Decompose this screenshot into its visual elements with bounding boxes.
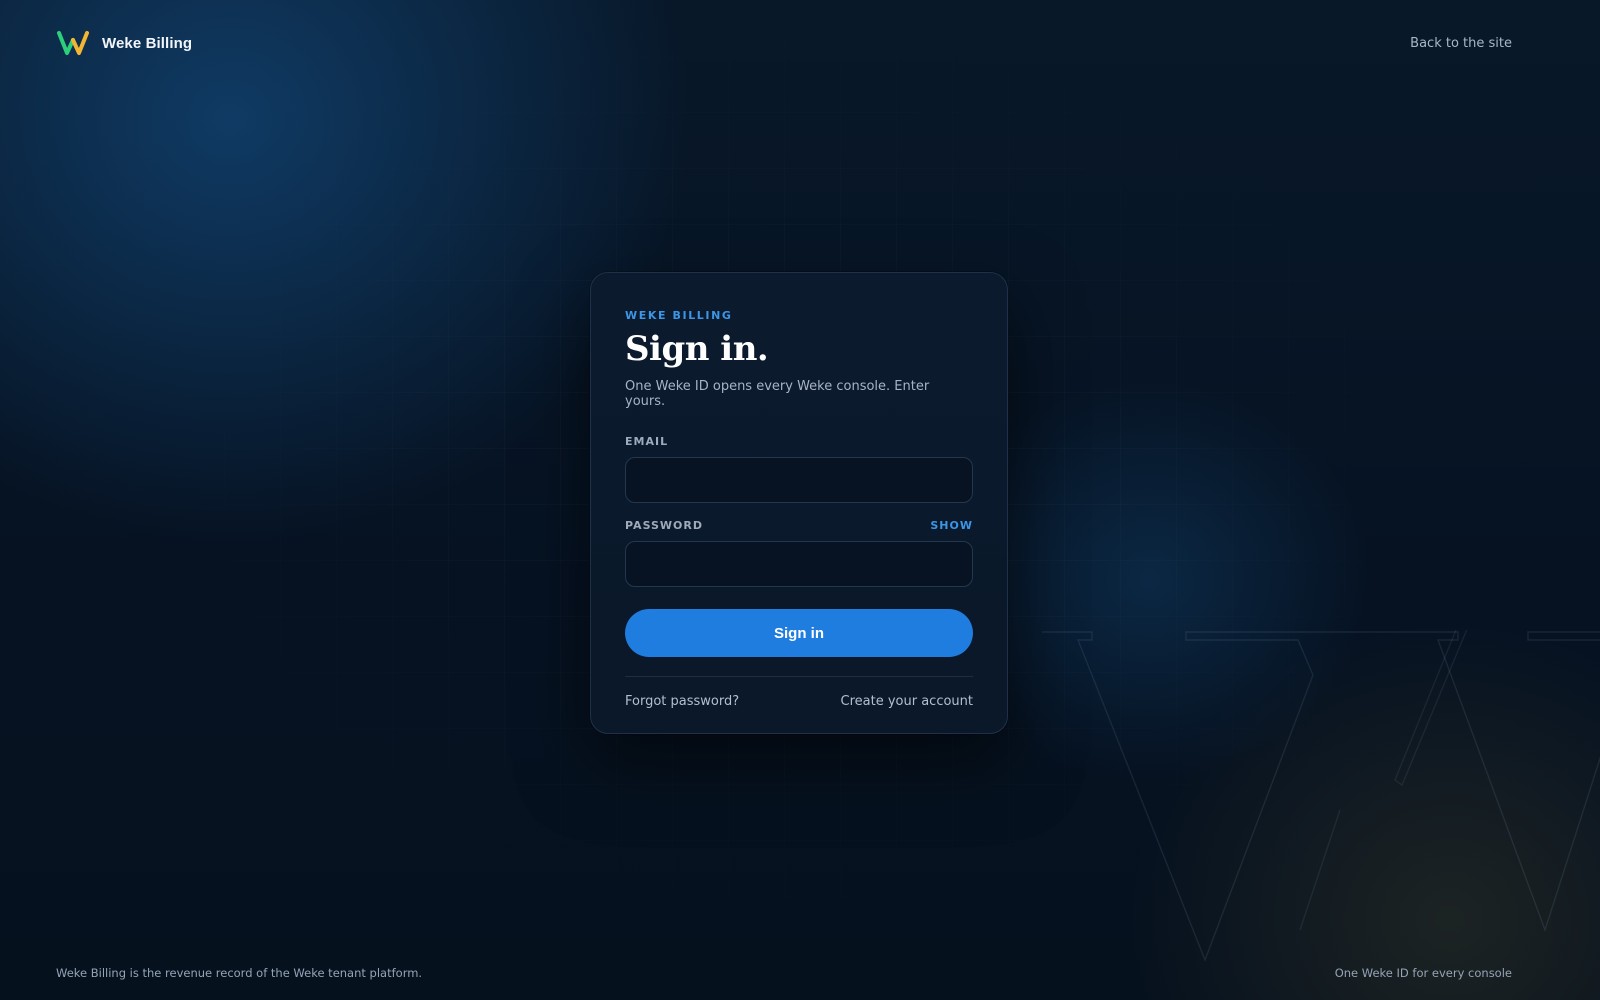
sign-in-card: WEKE BILLING Sign in. One Weke ID opens …: [590, 272, 1008, 734]
email-label: EMAIL: [625, 435, 669, 449]
back-to-site-link[interactable]: Back to the site: [1410, 36, 1512, 51]
sign-in-button[interactable]: Sign in: [625, 609, 973, 658]
create-account-link[interactable]: Create your account: [841, 694, 973, 709]
show-password-toggle[interactable]: SHOW: [930, 519, 973, 532]
footer-right-note: One Weke ID for every console: [1334, 966, 1512, 980]
email-field[interactable]: [625, 457, 973, 504]
card-eyebrow: WEKE BILLING: [625, 309, 733, 322]
weke-w-logo-icon: [57, 31, 89, 55]
top-bar: Weke Billing Back to the site: [56, 28, 1512, 58]
page-title: Sign in.: [625, 329, 769, 369]
brand-name: Weke Billing: [102, 34, 193, 52]
card-subtitle: One Weke ID opens every Weke console. En…: [625, 379, 930, 410]
footer-tagline: Weke Billing is the revenue record of th…: [56, 966, 423, 980]
footer: Weke Billing is the revenue record of th…: [56, 966, 1512, 980]
card-links: Forgot password? Create your account: [625, 694, 973, 709]
brand[interactable]: Weke Billing: [56, 30, 192, 56]
password-label-row: PASSWORD SHOW: [625, 519, 973, 532]
password-label: PASSWORD: [625, 519, 704, 533]
password-field[interactable]: [625, 541, 973, 588]
email-label-row: EMAIL: [625, 435, 973, 448]
forgot-password-link[interactable]: Forgot password?: [625, 694, 739, 709]
card-divider: [625, 676, 973, 678]
watermark-w-icon: [1042, 630, 1600, 962]
